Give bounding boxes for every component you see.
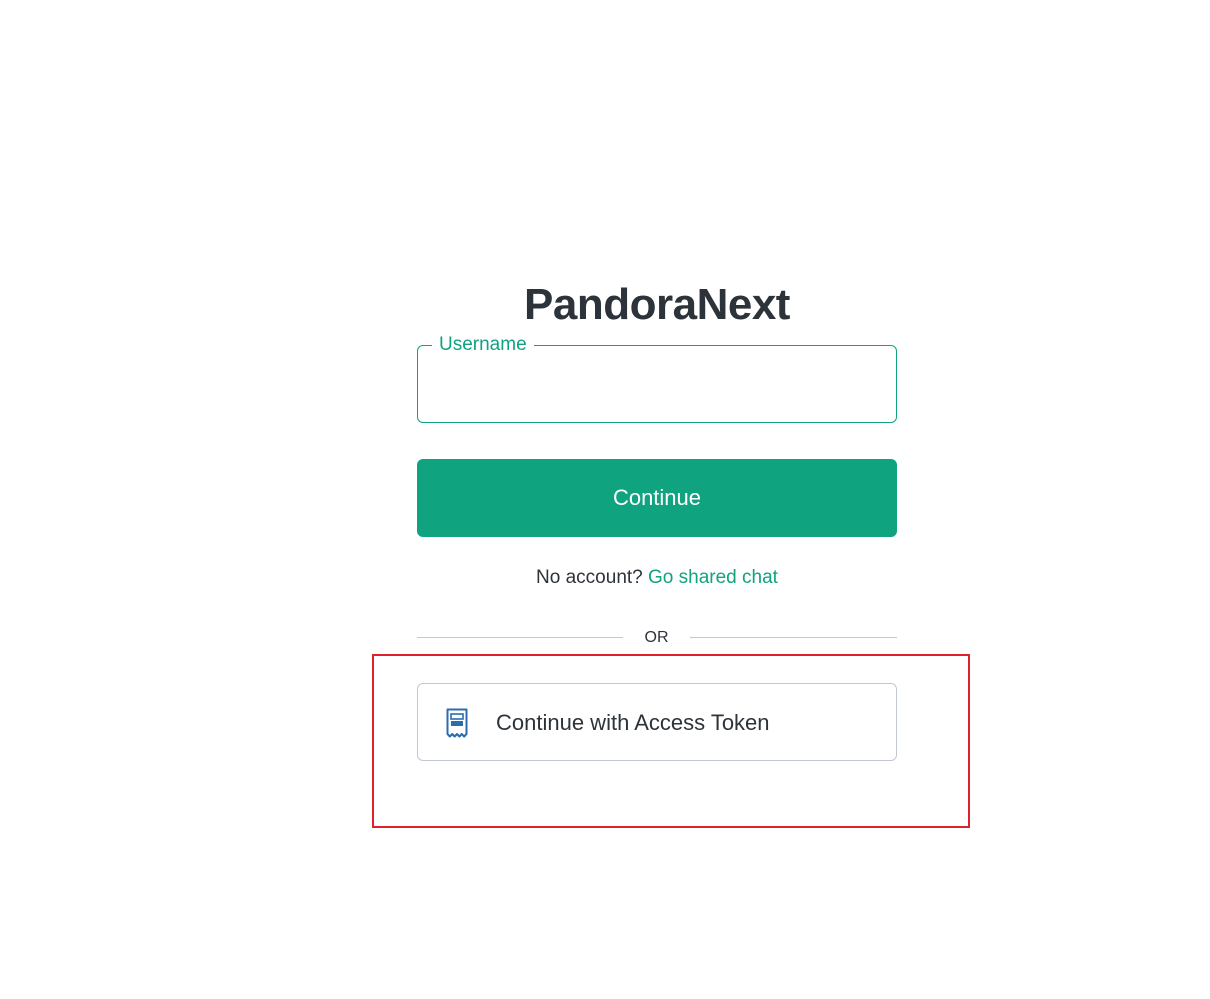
username-label: Username <box>432 334 534 356</box>
signup-prompt: No account? Go shared chat <box>417 565 897 591</box>
continue-button[interactable]: Continue <box>417 459 897 537</box>
access-token-label: Continue with Access Token <box>496 710 770 735</box>
or-divider: OR <box>417 626 897 650</box>
continue-with-access-token-button[interactable]: Continue with Access Token <box>417 683 897 761</box>
page-title: PandoraNext <box>524 280 790 330</box>
username-input[interactable] <box>434 364 884 406</box>
divider-line-left <box>417 637 623 638</box>
no-account-text: No account? <box>536 567 643 588</box>
divider-line-right <box>690 637 897 638</box>
receipt-icon <box>446 708 468 738</box>
username-field[interactable]: Username <box>417 334 897 423</box>
go-shared-chat-link[interactable]: Go shared chat <box>648 567 778 588</box>
divider-text: OR <box>644 629 669 646</box>
